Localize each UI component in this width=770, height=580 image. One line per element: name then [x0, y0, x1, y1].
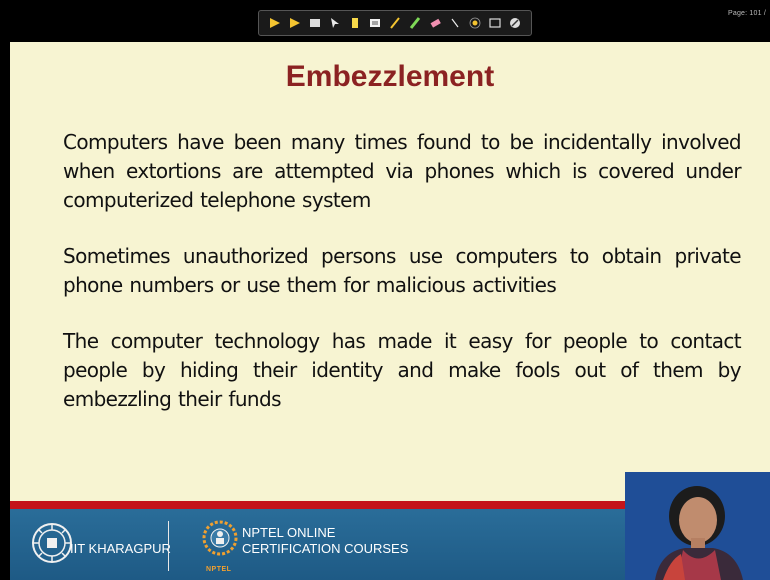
viewer-top-bar: Page: 101 /	[0, 0, 770, 42]
presenter-video-frame	[625, 472, 770, 580]
iit-kharagpur-logo-icon	[32, 523, 72, 563]
nptel-logo-icon	[202, 520, 238, 556]
slide-body: Computers have been many times found to …	[63, 128, 742, 441]
slide-title: Embezzlement	[285, 60, 495, 93]
eraser-icon[interactable]	[428, 16, 442, 30]
page-indicator: Page: 101 /	[727, 10, 766, 17]
footer-divider	[168, 521, 169, 571]
institute-name: IIT KHARAGPUR	[70, 541, 171, 556]
marker-icon[interactable]	[408, 16, 422, 30]
pointer-icon[interactable]	[328, 16, 342, 30]
prev-arrow-icon[interactable]	[288, 16, 302, 30]
laser-icon[interactable]	[468, 16, 482, 30]
presenter-video	[625, 472, 770, 580]
slides-icon[interactable]	[308, 16, 322, 30]
notes-icon[interactable]	[368, 16, 382, 30]
paragraph-3: The computer technology has made it easy…	[63, 329, 742, 411]
pen-icon[interactable]	[388, 16, 402, 30]
nptel-line-2: CERTIFICATION COURSES	[242, 541, 409, 556]
nptel-course-label: NPTEL ONLINE CERTIFICATION COURSES	[242, 525, 408, 557]
nptel-small-label: NPTEL	[206, 566, 232, 573]
paragraph-1: Computers have been many times found to …	[63, 130, 742, 212]
paragraph-2: Sometimes unauthorized persons use compu…	[63, 244, 742, 297]
menu-icon[interactable]	[508, 16, 522, 30]
next-arrow-icon[interactable]	[268, 16, 282, 30]
highlighter-icon[interactable]	[348, 16, 362, 30]
presentation-toolbar	[258, 10, 532, 36]
screen-icon[interactable]	[488, 16, 502, 30]
cursor-icon[interactable]	[448, 16, 462, 30]
nptel-line-1: NPTEL ONLINE	[242, 525, 336, 540]
